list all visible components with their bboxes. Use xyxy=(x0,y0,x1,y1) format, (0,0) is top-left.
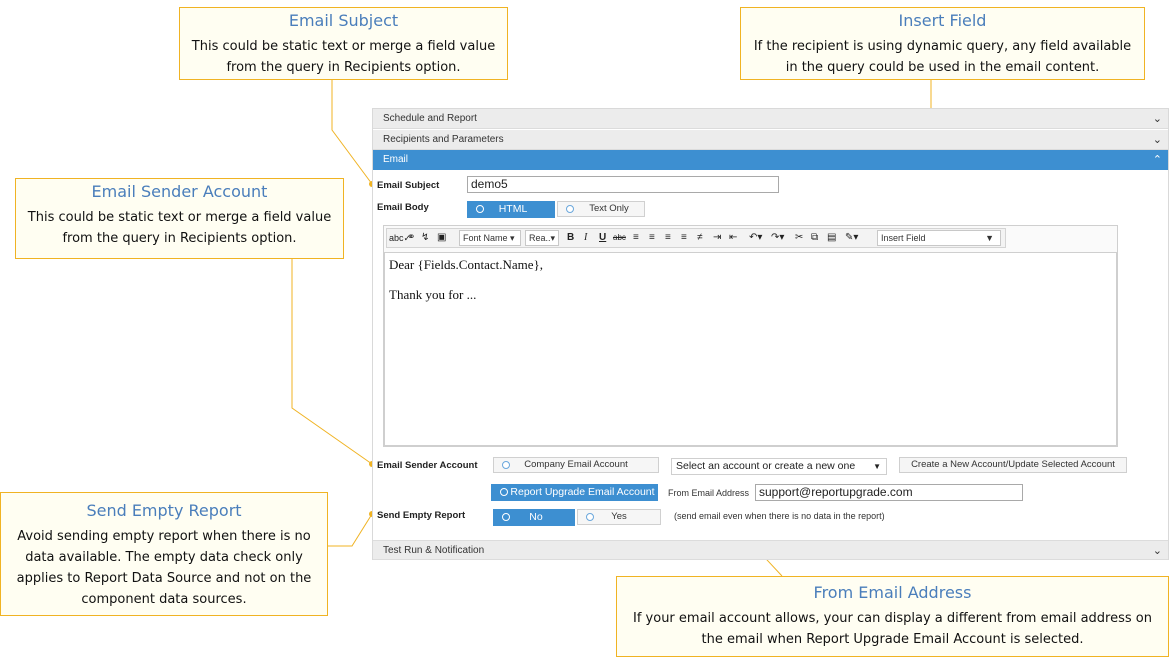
font-size-select[interactable]: Rea..▾ xyxy=(525,230,559,246)
callout-body: This could be static text or merge a fie… xyxy=(191,39,496,75)
insert-field-select[interactable]: Insert Field ▼ xyxy=(877,230,1001,246)
email-body-text-only-radio[interactable]: Text Only xyxy=(557,201,645,217)
radio-label: Yes xyxy=(611,511,627,522)
outdent-icon[interactable]: ⇤ xyxy=(729,231,737,245)
radio-label: Company Email Account xyxy=(524,459,628,470)
accordion-label: Schedule and Report xyxy=(383,113,477,124)
paste-icon[interactable]: ▤ xyxy=(827,231,836,245)
body-line: Thank you for ... xyxy=(389,287,477,302)
callout-from-email-address: From Email Address If your email account… xyxy=(616,576,1169,657)
chevron-up-icon: ⌃ xyxy=(1152,154,1162,166)
callout-title: Email Sender Account xyxy=(91,182,268,201)
bold-icon[interactable]: B xyxy=(567,231,574,245)
email-sender-account-label: Email Sender Account xyxy=(377,460,478,471)
radio-dot-icon xyxy=(502,461,510,469)
callout-title: From Email Address xyxy=(813,583,972,602)
radio-dot-icon xyxy=(500,488,508,496)
schedule-settings-panel: Schedule and Report ⌄ Recipients and Par… xyxy=(372,108,1169,560)
editor-toolbar: abc✓ ⚭ ↯ ▣ Font Name ▾ Rea..▾ B I U abc … xyxy=(386,228,1006,248)
callout-email-sender: Email Sender Account This could be stati… xyxy=(15,178,344,259)
from-email-address-label: From Email Address xyxy=(668,488,750,498)
chevron-down-icon: ▼ xyxy=(873,462,881,471)
radio-dot-icon xyxy=(566,205,574,213)
callout-body: If your email account allows, your can d… xyxy=(633,611,1152,647)
email-body-content[interactable]: Dear {Fields.Contact.Name}, Thank you fo… xyxy=(384,252,1117,446)
chevron-down-icon: ▼ xyxy=(985,233,994,243)
font-name-select[interactable]: Font Name ▾ xyxy=(459,230,521,246)
send-empty-note: (send email even when there is no data i… xyxy=(674,511,885,521)
accordion-label: Email xyxy=(383,154,409,165)
callout-title: Send Empty Report xyxy=(86,501,242,520)
strikethrough-icon[interactable]: abc xyxy=(613,231,626,245)
send-empty-report-label: Send Empty Report xyxy=(377,510,466,521)
email-subject-label: Email Subject xyxy=(377,180,440,191)
font-name-value: Font Name xyxy=(463,233,508,243)
radio-label: HTML xyxy=(498,203,528,215)
send-empty-yes-radio[interactable]: Yes xyxy=(577,509,661,525)
callout-body: This could be static text or merge a fie… xyxy=(27,210,332,246)
chevron-down-icon: ⌄ xyxy=(1152,134,1162,146)
redo-icon[interactable]: ↷▾ xyxy=(771,231,784,245)
align-right-icon[interactable]: ≡ xyxy=(665,231,671,245)
indent-icon[interactable]: ⇥ xyxy=(713,231,721,245)
unlink-icon[interactable]: ↯ xyxy=(421,231,429,245)
radio-dot-icon xyxy=(586,513,594,521)
send-empty-no-radio[interactable]: No xyxy=(493,509,575,526)
accordion-email[interactable]: Email ⌃ xyxy=(373,150,1168,170)
create-account-button[interactable]: Create a New Account/Update Selected Acc… xyxy=(899,457,1127,473)
email-body-html-radio[interactable]: HTML xyxy=(467,201,555,218)
chevron-down-icon: ⌄ xyxy=(1152,545,1162,557)
callout-title: Insert Field xyxy=(898,11,987,30)
from-email-address-input[interactable]: support@reportupgrade.com xyxy=(755,484,1023,501)
email-body-label: Email Body xyxy=(377,202,429,213)
callout-body: If the recipient is using dynamic query,… xyxy=(753,39,1132,75)
rich-text-editor: abc✓ ⚭ ↯ ▣ Font Name ▾ Rea..▾ B I U abc … xyxy=(383,225,1118,447)
accordion-test-run-and-notification[interactable]: Test Run & Notification ⌄ xyxy=(373,540,1168,560)
callout-send-empty-report: Send Empty Report Avoid sending empty re… xyxy=(0,492,328,616)
align-center-icon[interactable]: ≡ xyxy=(649,231,655,245)
link-icon[interactable]: ⚭ xyxy=(407,231,415,245)
report-upgrade-email-account-radio[interactable]: Report Upgrade Email Account xyxy=(491,484,658,501)
clear-format-icon[interactable]: ≠ xyxy=(697,231,703,245)
radio-label: No xyxy=(529,511,543,523)
company-email-account-radio[interactable]: Company Email Account xyxy=(493,457,659,473)
account-select[interactable]: Select an account or create a new one ▼ xyxy=(671,458,887,475)
radio-label: Text Only xyxy=(589,203,629,214)
radio-dot-icon xyxy=(476,205,484,213)
italic-icon[interactable]: I xyxy=(584,231,587,245)
font-size-value: Rea.. xyxy=(529,233,551,243)
radio-label: Report Upgrade Email Account xyxy=(510,486,655,498)
image-icon[interactable]: ▣ xyxy=(437,231,446,245)
callout-body: Avoid sending empty report when there is… xyxy=(16,529,312,607)
copy-icon[interactable]: ⧉ xyxy=(811,231,818,245)
accordion-recipients-and-parameters[interactable]: Recipients and Parameters ⌄ xyxy=(373,130,1168,150)
accordion-label: Test Run & Notification xyxy=(383,545,485,556)
callout-title: Email Subject xyxy=(288,11,399,30)
body-line: Dear {Fields.Contact.Name}, xyxy=(389,257,543,272)
account-select-value: Select an account or create a new one xyxy=(676,460,856,472)
cut-icon[interactable]: ✂ xyxy=(795,231,803,245)
accordion-label: Recipients and Parameters xyxy=(383,134,504,145)
format-painter-icon[interactable]: ✎▾ xyxy=(845,231,858,245)
callout-email-subject: Email Subject This could be static text … xyxy=(179,7,508,80)
underline-icon[interactable]: U xyxy=(599,231,606,245)
callout-insert-field: Insert Field If the recipient is using d… xyxy=(740,7,1145,80)
align-left-icon[interactable]: ≡ xyxy=(633,231,639,245)
accordion-schedule-and-report[interactable]: Schedule and Report ⌄ xyxy=(373,109,1168,129)
chevron-down-icon: ⌄ xyxy=(1152,113,1162,125)
radio-dot-icon xyxy=(502,513,510,521)
justify-icon[interactable]: ≡ xyxy=(681,231,687,245)
email-subject-input[interactable]: demo5 xyxy=(467,176,779,193)
insert-field-value: Insert Field xyxy=(881,233,926,243)
undo-icon[interactable]: ↶▾ xyxy=(749,231,762,245)
